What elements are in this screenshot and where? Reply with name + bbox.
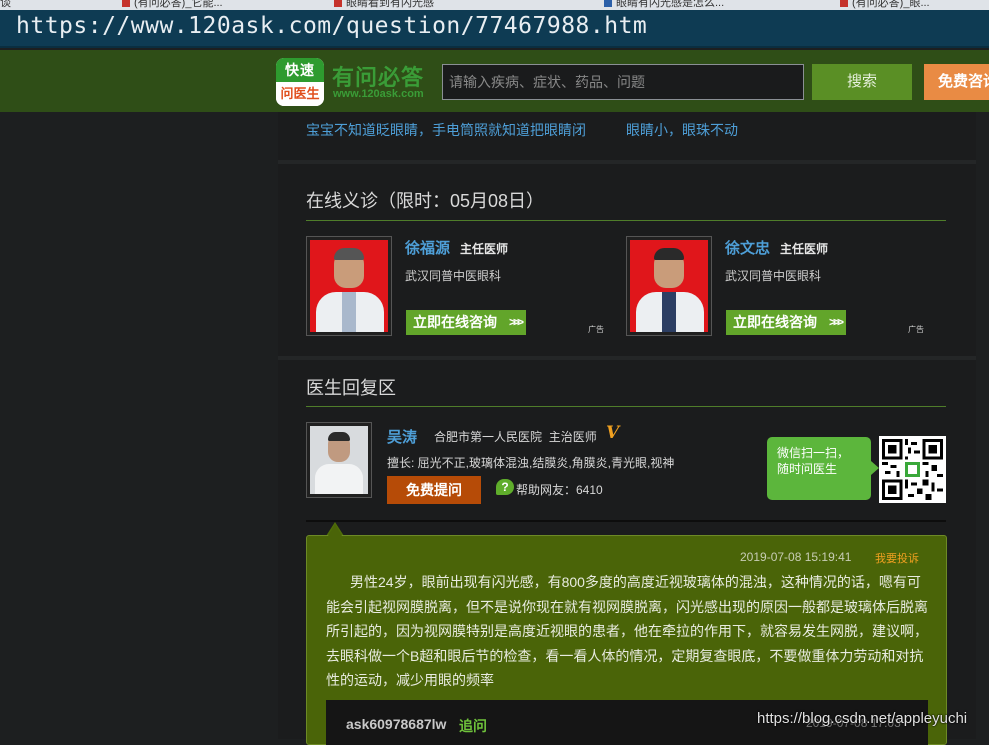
followup-user[interactable]: ask60978687lw — [346, 716, 446, 732]
reply-pointer-inner — [328, 524, 342, 536]
brand-url: www.120ask.com — [333, 88, 424, 100]
verified-badge-icon: V — [606, 423, 620, 443]
free-ask-button[interactable]: 免费提问 — [387, 476, 481, 504]
doctor-title: 主任医师 — [460, 242, 509, 256]
logo-top-text: 快速 — [276, 58, 324, 82]
section-divider — [278, 356, 976, 360]
related-question-link[interactable]: 宝宝不知道眨眼睛，手电筒照就知道把眼睛闭 — [306, 120, 586, 140]
help-question-icon: ? — [496, 479, 514, 495]
site-favicon-icon — [122, 0, 130, 8]
online-consult-button[interactable]: 立即在线咨询 >>> — [406, 310, 526, 335]
doctor-name[interactable]: 徐福源 — [405, 237, 450, 258]
report-link[interactable]: 我要投诉 — [875, 550, 919, 566]
browser-tab[interactable]: (有问必答)_它能... — [122, 0, 223, 10]
site-favicon-icon — [840, 0, 848, 8]
replier-name[interactable]: 吴涛 — [387, 426, 417, 447]
followup-tag: 追问 — [459, 718, 487, 734]
replier-hospital: 合肥市第一人民医院 主治医师 — [434, 430, 597, 444]
browser-tab[interactable]: 谈 — [0, 0, 11, 10]
related-question-link[interactable]: 眼睛小，眼珠不动 — [626, 120, 738, 140]
url-text[interactable]: https://www.120ask.com/question/77467988… — [16, 13, 647, 39]
site-logo[interactable]: 快速 问医生 — [276, 58, 324, 106]
reply-section-title: 医生回复区 — [306, 378, 396, 398]
site-favicon-icon — [604, 0, 612, 8]
free-consult-button[interactable]: 免费咨询 — [924, 64, 989, 100]
wechat-scan-prompt: 微信扫一扫， 随时问医生 — [767, 437, 879, 500]
doctor-department: 武汉同普中医眼科 — [725, 269, 822, 283]
address-bar[interactable]: https://www.120ask.com/question/77467988… — [0, 10, 989, 48]
site-header: 快速 问医生 有问必答 www.120ask.com 请输入疾病、症状、药品、问… — [0, 50, 989, 112]
doctor-name[interactable]: 徐文忠 — [725, 237, 770, 258]
browser-tab-active[interactable]: 眼睛有闪光感是怎么... — [604, 0, 724, 10]
browser-tab[interactable]: 眼睛看到有闪光感 — [334, 0, 434, 10]
ad-label: 广告 — [588, 325, 604, 334]
section-underline — [306, 406, 946, 407]
double-chevron-right-icon: >>> — [828, 315, 844, 329]
reply-separator — [306, 520, 946, 522]
replier-avatar[interactable] — [306, 422, 372, 498]
site-favicon-icon — [334, 0, 342, 8]
helped-count: 帮助网友：6410 — [516, 483, 603, 497]
browser-tab-strip: 谈 (有问必答)_它能... 眼睛看到有闪光感 眼睛有闪光感是怎么... (有问… — [0, 0, 989, 10]
logo-bottom-text: 问医生 — [276, 82, 324, 106]
section-divider — [278, 160, 976, 164]
search-input[interactable]: 请输入疾病、症状、药品、问题 — [442, 64, 804, 100]
reply-date: 2019-07-08 15:19:41 — [740, 550, 852, 564]
double-chevron-right-icon: >>> — [508, 315, 524, 329]
replier-specialty: 擅长: 屈光不正,玻璃体混浊,结膜炎,角膜炎,青光眼,视神 — [387, 456, 675, 470]
doctor-title: 主任医师 — [780, 242, 829, 256]
doctor-department: 武汉同普中医眼科 — [405, 269, 502, 283]
doctor-photo[interactable] — [626, 236, 712, 336]
reply-text: 男性24岁，眼前出现有闪光感，有800多度的高度近视玻璃体的混浊，这种情况的话，… — [326, 574, 928, 688]
ad-label: 广告 — [908, 325, 924, 334]
online-clinic-title: 在线义诊（限时：05月08日） — [306, 191, 545, 211]
online-consult-button[interactable]: 立即在线咨询 >>> — [726, 310, 846, 335]
search-button[interactable]: 搜索 — [812, 64, 912, 100]
watermark: https://blog.csdn.net/appleyuchi — [757, 710, 968, 727]
browser-tab[interactable]: (有问必答)_眼... — [840, 0, 930, 10]
qr-code-icon — [879, 436, 946, 503]
section-underline — [306, 220, 946, 221]
doctor-photo[interactable] — [306, 236, 392, 336]
